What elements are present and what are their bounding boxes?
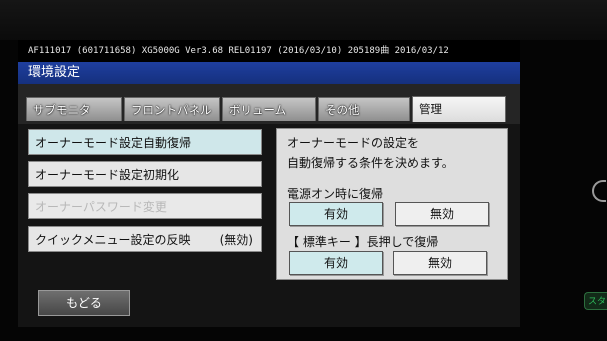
- menu-owner-password-change: オーナーパスワード変更: [28, 193, 262, 219]
- power-on-restore-label: 電源オン時に復帰: [287, 187, 384, 201]
- window-title: 環境設定: [18, 62, 520, 84]
- tab-other[interactable]: その他: [318, 97, 410, 121]
- description-line-1: オーナーモードの設定を: [287, 136, 420, 150]
- tab-sub-monitor[interactable]: サブモニタ: [26, 97, 122, 121]
- menu-quick-menu-apply-label: クイックメニュー設定の反映: [35, 233, 191, 247]
- description-line-2: 自動復帰する条件を決めます。: [287, 156, 454, 170]
- side-round-button[interactable]: [592, 180, 606, 202]
- menu-quick-menu-apply[interactable]: クイックメニュー設定の反映 (無効): [28, 226, 262, 252]
- standard-key-restore-label: 【 標準キー 】長押しで復帰: [287, 235, 439, 249]
- detail-panel: オーナーモードの設定を 自動復帰する条件を決めます。 電源オン時に復帰 有効 無…: [276, 128, 508, 280]
- tab-front-panel[interactable]: フロントパネル: [124, 97, 220, 121]
- standard-key-restore-disable-button[interactable]: 無効: [393, 251, 487, 275]
- standard-key-restore-enable-button[interactable]: 有効: [289, 251, 383, 275]
- tab-management[interactable]: 管理: [412, 96, 506, 122]
- menu-owner-mode-auto-restore[interactable]: オーナーモード設定自動復帰: [28, 129, 262, 155]
- screen-bezel: [0, 0, 607, 40]
- tab-volume[interactable]: ボリューム: [222, 97, 316, 121]
- side-hardware-button[interactable]: スタ: [584, 292, 607, 310]
- back-button[interactable]: もどる: [38, 290, 130, 316]
- tab-strip: サブモニタ フロントパネル ボリューム その他 管理: [18, 84, 520, 124]
- power-on-restore-enable-button[interactable]: 有効: [289, 202, 383, 226]
- detail-description: オーナーモードの設定を 自動復帰する条件を決めます。: [287, 133, 454, 173]
- device-screen: AF111017 (601711658) XG5000G Ver3.68 REL…: [18, 40, 520, 327]
- menu-quick-menu-apply-value: (無効): [219, 233, 253, 247]
- menu-owner-mode-reset[interactable]: オーナーモード設定初期化: [28, 161, 262, 187]
- power-on-restore-disable-button[interactable]: 無効: [395, 202, 489, 226]
- system-info-bar: AF111017 (601711658) XG5000G Ver3.68 REL…: [18, 40, 520, 62]
